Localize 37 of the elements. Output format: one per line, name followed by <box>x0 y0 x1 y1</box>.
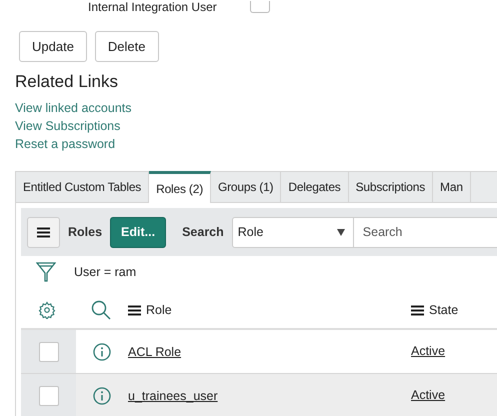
caret-icon <box>336 228 345 236</box>
tab[interactable]: Delegates <box>281 172 349 202</box>
related-link[interactable]: Reset a password <box>15 135 116 153</box>
filter-breadcrumb: User = ram <box>74 264 136 281</box>
related-link[interactable]: View linked accounts <box>15 99 132 117</box>
role-link[interactable]: ACL Role <box>128 344 182 359</box>
menu-button[interactable] <box>27 216 60 248</box>
column-header[interactable]: State <box>429 300 458 320</box>
column-header[interactable]: Role <box>146 300 172 320</box>
field-label: Internal Integration User <box>88 0 218 14</box>
tab[interactable]: Groups (1) <box>211 172 282 202</box>
edit-button[interactable]: Edit... <box>110 216 166 248</box>
related-link[interactable]: View Subscriptions <box>15 117 120 135</box>
search-input[interactable]: Search <box>354 216 497 248</box>
filter-icon[interactable] <box>36 261 56 283</box>
list-title: Roles <box>68 224 102 241</box>
menu-icon <box>37 226 50 238</box>
tab[interactable]: Man <box>433 172 471 202</box>
checkbox[interactable] <box>250 1 270 13</box>
state-link[interactable]: Active <box>411 342 446 361</box>
row-checkbox[interactable] <box>38 342 58 362</box>
section-title: Related Links <box>14 71 120 93</box>
tab[interactable]: Roles (2) <box>149 171 211 203</box>
row-checkbox[interactable] <box>38 386 58 406</box>
tab[interactable]: Subscriptions <box>348 172 434 202</box>
column-menu-icon <box>411 304 424 316</box>
state-link[interactable]: Active <box>411 386 446 405</box>
settings-icon[interactable] <box>38 301 56 319</box>
search-field-select[interactable]: Role <box>232 216 354 248</box>
column-menu-icon <box>128 304 141 316</box>
info-icon[interactable] <box>93 342 111 360</box>
info-icon[interactable] <box>93 386 111 404</box>
form-button[interactable]: Update <box>19 31 87 62</box>
form-button[interactable]: Delete <box>94 31 158 62</box>
search-icon[interactable] <box>90 300 110 320</box>
role-link[interactable]: u_trainees_user <box>128 388 218 403</box>
search-label: Search <box>182 224 224 241</box>
